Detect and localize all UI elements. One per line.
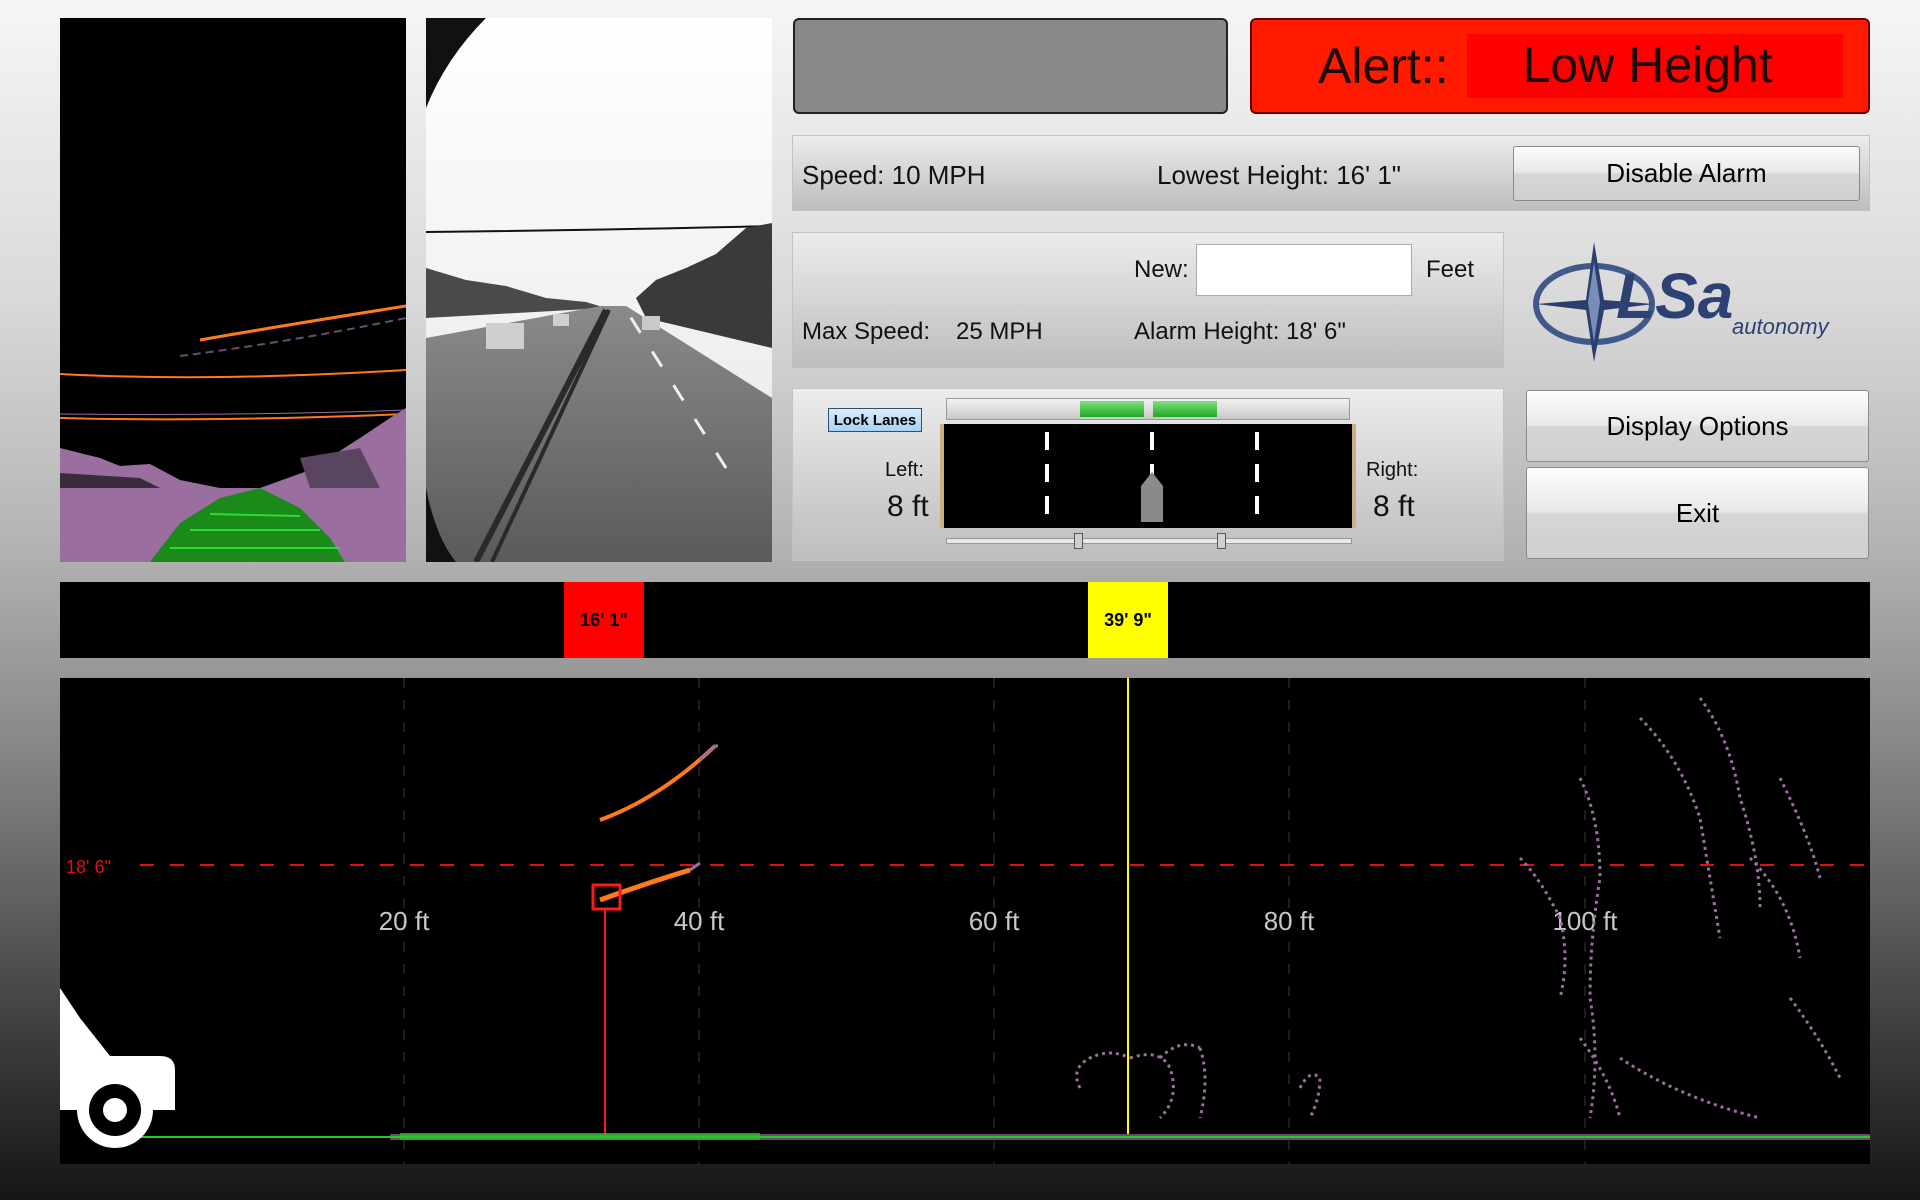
right-lane-slider-handle[interactable] — [1217, 533, 1226, 549]
left-lane-indicator — [1080, 401, 1144, 417]
lowest-height-readout: Lowest Height: 16' 1" — [1157, 160, 1402, 190]
lowest-height-marker: 16' 1" — [564, 582, 644, 658]
status-box — [793, 18, 1228, 114]
speed-readout: Speed: 10 MPH — [802, 160, 986, 190]
camera-view-graphic — [426, 18, 772, 562]
alarm-height-readout: Alarm Height: 18' 6" — [1134, 318, 1346, 345]
alarm-height-line-label: 18' 6" — [66, 857, 111, 877]
disable-alarm-button[interactable]: Disable Alarm — [1513, 146, 1860, 201]
lsa-logo: LSa autonomy — [1524, 232, 1870, 368]
distance-label-80: 80 ft — [1264, 906, 1315, 936]
left-lane-label: Left: — [885, 459, 924, 481]
height-profile-view: 18' 6" 20 ft 40 ft 60 ft 80 ft 100 ft — [60, 678, 1870, 1164]
distance-label-40: 40 ft — [674, 906, 725, 936]
lock-lanes-button[interactable]: Lock Lanes — [828, 408, 922, 432]
profile-graphic: 18' 6" 20 ft 40 ft 60 ft 80 ft 100 ft — [60, 678, 1870, 1164]
overhead-structure-upper — [599, 744, 717, 822]
object-points — [1075, 697, 1842, 1120]
distance-label-20: 20 ft — [379, 906, 430, 936]
lane-slider-track[interactable] — [946, 533, 1352, 549]
exit-button[interactable]: Exit — [1526, 467, 1869, 559]
truck-icon — [60, 988, 175, 1148]
compass-star-icon: LSa autonomy — [1533, 242, 1831, 362]
lane-diagram — [940, 424, 1356, 528]
left-lane-value: 8 ft — [887, 490, 929, 523]
lidar-view — [60, 18, 406, 562]
left-lane-slider-handle[interactable] — [1074, 533, 1083, 549]
lane-diagram-graphic — [1045, 432, 1259, 524]
nearest-object-marker: 39' 9" — [1088, 582, 1168, 658]
vehicle-icon — [1141, 472, 1163, 522]
camera-view — [426, 18, 772, 562]
height-marker-bar: 16' 1" 39' 9" — [60, 582, 1870, 658]
logo-sub-text: autonomy — [1732, 314, 1831, 339]
lane-width-top-bar — [946, 398, 1350, 420]
right-lane-label: Right: — [1366, 459, 1419, 481]
right-lane-value: 8 ft — [1373, 490, 1415, 523]
max-speed-value: 25 MPH — [956, 318, 1043, 345]
max-speed-label: Max Speed: — [802, 318, 931, 345]
alert-message: Low Height — [1466, 34, 1843, 98]
new-height-label: New: — [1134, 256, 1189, 283]
feet-label: Feet — [1426, 256, 1475, 283]
alert-prefix: Alert:: — [1318, 38, 1449, 94]
new-height-input[interactable] — [1196, 244, 1412, 296]
right-lane-indicator — [1153, 401, 1217, 417]
lidar-view-graphic — [60, 304, 406, 562]
logo-main-text: LSa — [1616, 260, 1733, 332]
display-options-button[interactable]: Display Options — [1526, 390, 1869, 462]
alert-banner: Alert:: Low Height — [1250, 18, 1870, 114]
distance-label-60: 60 ft — [969, 906, 1020, 936]
